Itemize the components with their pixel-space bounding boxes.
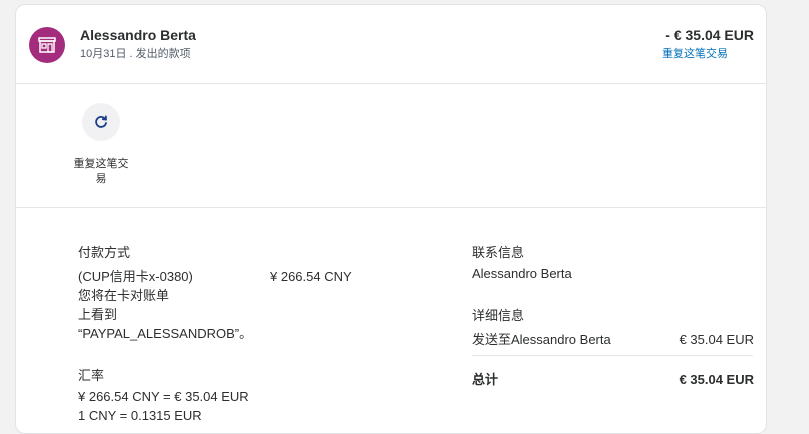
repeat-transaction-link[interactable]: 重复这笔交易 bbox=[662, 45, 728, 61]
transaction-card: Alessandro Berta 10月31日 . 发出的款项 - € 35.0… bbox=[15, 4, 767, 434]
details-divider bbox=[472, 355, 753, 356]
repeat-transaction-label[interactable]: 重复这笔交易 bbox=[69, 157, 133, 187]
transaction-subline: 10月31日 . 发出的款项 bbox=[80, 48, 191, 60]
payment-card-amount: ¥ 266.54 CNY bbox=[270, 269, 352, 284]
store-icon bbox=[38, 37, 56, 53]
contact-name: Alessandro Berta bbox=[472, 266, 572, 281]
total-amount: € 35.04 EUR bbox=[679, 372, 754, 387]
refresh-icon bbox=[95, 115, 107, 128]
actions-row: 重复这笔交易 bbox=[16, 84, 766, 208]
repeat-transaction-button[interactable] bbox=[82, 103, 120, 141]
transaction-header: Alessandro Berta 10月31日 . 发出的款项 - € 35.0… bbox=[16, 5, 766, 84]
payment-method-heading: 付款方式 bbox=[78, 245, 131, 260]
merchant-name: Alessandro Berta bbox=[80, 27, 196, 43]
exchange-rate-heading: 汇率 bbox=[78, 368, 105, 383]
statement-line-2: 上看到 bbox=[78, 307, 118, 322]
contact-info-heading: 联系信息 bbox=[472, 245, 525, 260]
exchange-rate-conversion: ¥ 266.54 CNY = € 35.04 EUR bbox=[78, 389, 249, 404]
transaction-details: 付款方式 (CUP信用卡x-0380) ¥ 266.54 CNY 您将在卡对账单… bbox=[16, 208, 766, 433]
payment-card: (CUP信用卡x-0380) bbox=[78, 269, 193, 284]
transaction-amount: - € 35.04 EUR bbox=[665, 27, 754, 43]
sent-amount: € 35.04 EUR bbox=[679, 332, 754, 347]
exchange-rate-unit: 1 CNY = 0.1315 EUR bbox=[78, 408, 202, 423]
statement-descriptor: “PAYPAL_ALESSANDROB”。 bbox=[78, 326, 253, 341]
statement-line-1: 您将在卡对账单 bbox=[78, 288, 170, 303]
merchant-avatar bbox=[29, 27, 65, 63]
details-heading: 详细信息 bbox=[472, 308, 525, 323]
total-label: 总计 bbox=[472, 372, 499, 387]
sent-to-label: 发送至Alessandro Berta bbox=[472, 332, 611, 347]
